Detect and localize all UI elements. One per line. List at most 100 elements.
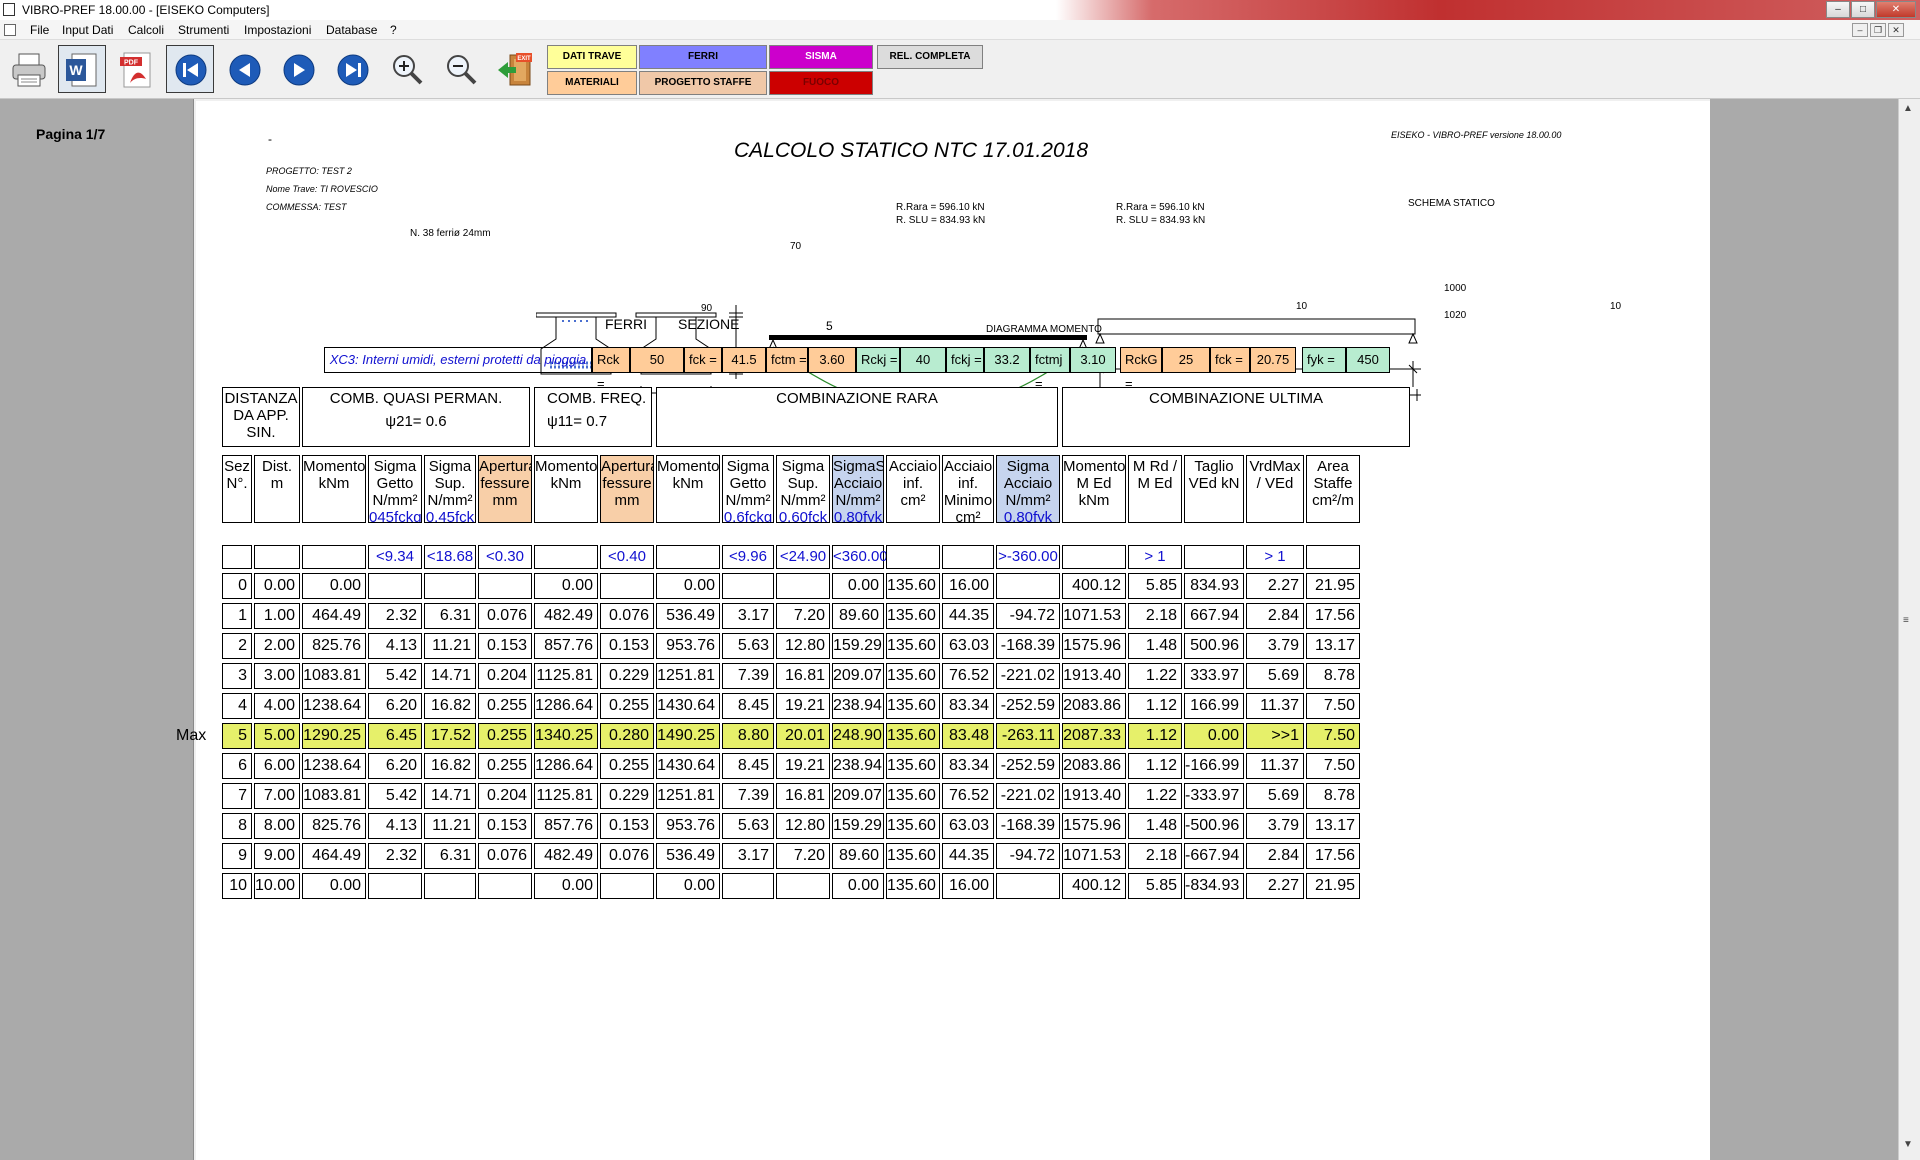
reaction-right-rara: R.Rara = 596.10 kN	[1116, 202, 1205, 213]
last-page-icon[interactable]	[328, 45, 376, 93]
param-label: fctmj =	[1030, 347, 1070, 391]
table-cell: 7.39	[722, 783, 774, 809]
prev-page-icon[interactable]	[220, 45, 268, 93]
table-cell: 5.85	[1128, 573, 1182, 599]
mdi-close-icon[interactable]: ✕	[1888, 23, 1904, 37]
progetto-staffe-button[interactable]: PROGETTO STAFFE	[639, 71, 767, 95]
table-cell: 5.69	[1246, 663, 1304, 689]
table-cell: 1071.53	[1062, 843, 1126, 869]
pdf-icon[interactable]: PDF	[112, 45, 160, 93]
limit-cell	[1184, 545, 1244, 569]
scroll-down-icon[interactable]: ▼	[1903, 1139, 1913, 1150]
table-cell: 4.13	[368, 633, 422, 659]
svg-text:W: W	[69, 62, 83, 78]
table-cell: 7.50	[1306, 753, 1360, 779]
table-cell: 0	[222, 573, 252, 599]
menu-input-dati[interactable]: Input Dati	[62, 23, 113, 37]
table-cell: 536.49	[656, 843, 720, 869]
table-cell: 209.07	[832, 783, 884, 809]
zoom-in-icon[interactable]	[382, 45, 430, 93]
table-cell: 63.03	[942, 633, 994, 659]
exit-icon[interactable]: EXIT	[490, 45, 538, 93]
table-cell: -166.99	[1184, 753, 1244, 779]
dim-top: 5	[826, 319, 833, 333]
menu-calcoli[interactable]: Calcoli	[128, 23, 164, 37]
mdi-restore-icon[interactable]: ❐	[1870, 23, 1886, 37]
menu-strumenti[interactable]: Strumenti	[178, 23, 229, 37]
schema-statico-label: SCHEMA STATICO	[1408, 198, 1495, 209]
next-page-icon[interactable]	[274, 45, 322, 93]
schema-support-left: 10	[1296, 301, 1308, 312]
param-label: fck =	[684, 347, 722, 373]
column-header: Momento kNm	[302, 455, 366, 523]
table-cell: 0.255	[600, 753, 654, 779]
table-cell: 5.42	[368, 783, 422, 809]
report-dash: -	[268, 132, 272, 146]
table-cell: 6.45	[368, 723, 422, 749]
table-cell: 16.82	[424, 753, 476, 779]
minimize-icon[interactable]: –	[1826, 1, 1850, 18]
table-cell: 16.00	[942, 573, 994, 599]
table-cell: 4	[222, 693, 252, 719]
maximize-icon[interactable]: □	[1851, 1, 1875, 18]
table-cell: 11.21	[424, 813, 476, 839]
table-cell: 1.12	[1128, 753, 1182, 779]
table-cell: 1.48	[1128, 633, 1182, 659]
table-cell	[600, 573, 654, 599]
dati-trave-button[interactable]: DATI TRAVE	[547, 45, 637, 69]
close-icon[interactable]: ✕	[1876, 1, 1916, 18]
scroll-grip-icon[interactable]: ≡	[1903, 615, 1909, 626]
first-page-icon[interactable]	[166, 45, 214, 93]
table-cell: -252.59	[996, 753, 1060, 779]
limit-cell	[886, 545, 940, 569]
sisma-button[interactable]: SISMA	[769, 45, 873, 69]
scroll-up-icon[interactable]: ▲	[1903, 103, 1913, 114]
printer-icon[interactable]	[4, 45, 52, 93]
table-cell: 83.48	[942, 723, 994, 749]
word-icon[interactable]: W	[58, 45, 106, 93]
max-row-label: Max	[176, 727, 207, 744]
table-cell: 16.81	[776, 663, 830, 689]
app-icon	[3, 3, 15, 16]
table-cell: 9.00	[254, 843, 300, 869]
progetto-staffe-label: PROGETTO STAFFE	[654, 77, 752, 88]
table-cell: 0.229	[600, 783, 654, 809]
param-value: 450	[1346, 347, 1390, 373]
group-distanza: DISTANZA DA APP. SIN.	[222, 387, 300, 447]
group-quasi-permanente: COMB. QUASI PERMAN. ψ21= 0.6	[302, 387, 530, 447]
table-cell: 0.255	[600, 693, 654, 719]
vertical-scrollbar[interactable]: ▲ ≡ ▼	[1898, 99, 1920, 1160]
mdi-minimize-icon[interactable]: –	[1852, 23, 1868, 37]
param-value: 20.75	[1250, 347, 1296, 373]
menu-impostazioni[interactable]: Impostazioni	[244, 23, 311, 37]
menu-help[interactable]: ?	[390, 23, 397, 37]
rel-completa-button[interactable]: REL. COMPLETA	[877, 45, 983, 69]
table-cell: 0.255	[478, 723, 532, 749]
menu-file[interactable]: File	[30, 23, 49, 37]
table-cell: 135.60	[886, 873, 940, 899]
table-cell: 135.60	[886, 573, 940, 599]
table-cell: 3.17	[722, 603, 774, 629]
zoom-out-icon[interactable]	[436, 45, 484, 93]
table-cell: 248.90	[832, 723, 884, 749]
table-cell: 5.42	[368, 663, 422, 689]
fuoco-button[interactable]: FUOCO	[769, 71, 873, 95]
menu-database[interactable]: Database	[326, 23, 377, 37]
table-cell: 76.52	[942, 783, 994, 809]
table-cell: -667.94	[1184, 843, 1244, 869]
table-cell: 0.076	[478, 843, 532, 869]
table-cell: 0.00	[534, 573, 598, 599]
window-title: VIBRO-PREF 18.00.00 - [EISEKO Computers]	[22, 3, 270, 17]
table-cell: 12.80	[776, 633, 830, 659]
table-cell: 89.60	[832, 603, 884, 629]
table-cell: 10	[222, 873, 252, 899]
table-cell: 2.18	[1128, 843, 1182, 869]
ferri-button[interactable]: FERRI	[639, 45, 767, 69]
table-cell: 135.60	[886, 783, 940, 809]
left-panel: Pagina 1/7	[0, 99, 194, 1160]
table-cell: 857.76	[534, 813, 598, 839]
group-ultima: COMBINAZIONE ULTIMA	[1062, 387, 1410, 447]
materiali-button[interactable]: MATERIALI	[547, 71, 637, 95]
page-indicator: Pagina 1/7	[36, 126, 106, 142]
table-cell: 1913.40	[1062, 663, 1126, 689]
